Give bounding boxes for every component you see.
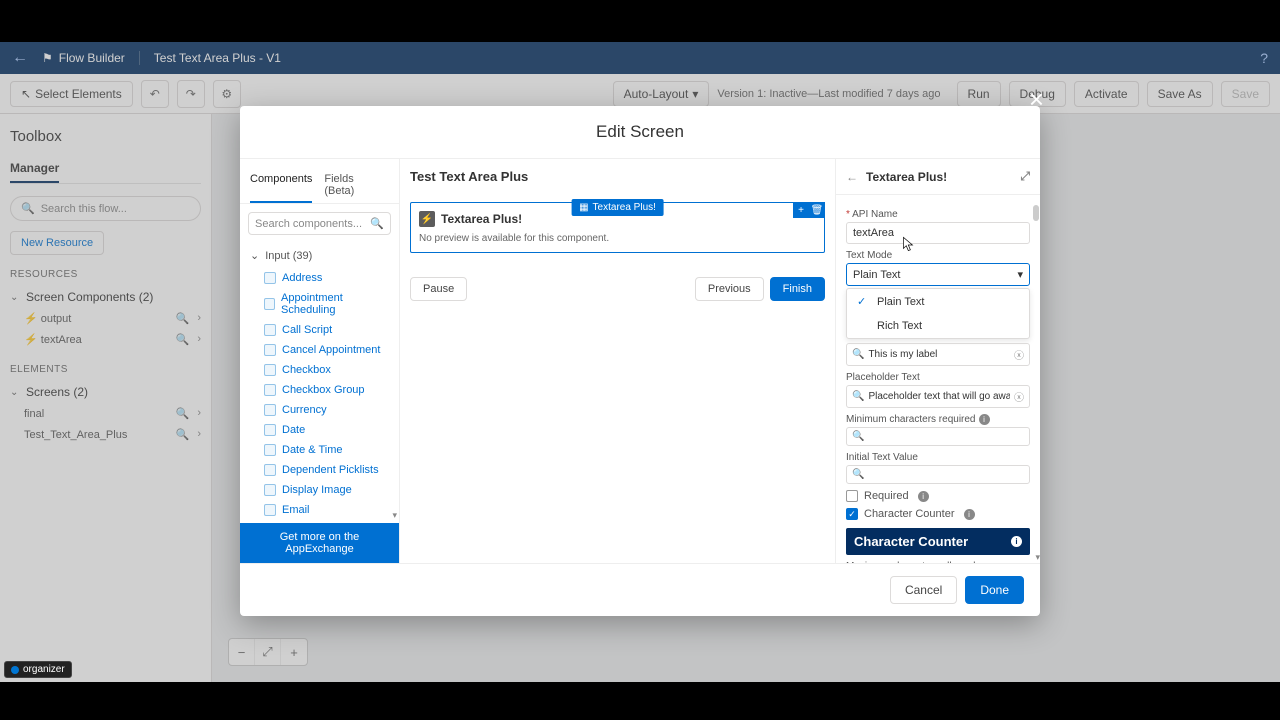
component-type-icon — [264, 504, 276, 516]
required-checkbox-row[interactable]: Required i — [846, 490, 1030, 502]
component-item[interactable]: File Upload — [240, 520, 399, 523]
props-title: Textarea Plus! — [866, 170, 1012, 184]
properties-panel: ← Textarea Plus! ⤢ API Name textArea Tex… — [835, 159, 1040, 563]
search-icon: 🔍 — [852, 469, 864, 480]
components-search[interactable]: Search components... 🔍 — [248, 212, 391, 235]
min-chars-label: Minimum characters requiredi — [846, 414, 1030, 425]
required-checkbox[interactable] — [846, 490, 858, 502]
component-type-icon — [264, 364, 276, 376]
component-type-icon — [264, 272, 276, 284]
component-item[interactable]: Address — [240, 268, 399, 288]
clear-icon[interactable]: ⓧ — [1014, 347, 1024, 362]
component-type-icon — [264, 424, 276, 436]
api-name-label: API Name — [846, 209, 1030, 220]
initial-value-input[interactable]: 🔍 — [846, 465, 1030, 484]
info-icon[interactable]: i — [979, 414, 990, 425]
previous-button[interactable]: Previous — [695, 277, 764, 301]
initial-value-label: Initial Text Value — [846, 452, 1030, 463]
placeholder-label: Placeholder Text — [846, 372, 1030, 383]
search-icon: 🔍 — [852, 391, 864, 402]
max-chars-label: Maximum characters allowed — [846, 561, 1030, 563]
input-group-header[interactable]: ⌄ Input (39) — [240, 243, 399, 268]
delete-icon[interactable]: 🗑 — [809, 202, 825, 218]
component-item[interactable]: Display Image — [240, 480, 399, 500]
chevron-down-icon: ⌄ — [250, 249, 259, 262]
component-type-icon — [264, 324, 276, 336]
chevron-down-icon: ▾ — [1017, 268, 1023, 281]
organizer-dot-icon — [11, 666, 19, 674]
search-icon: 🔍 — [852, 431, 864, 442]
organizer-badge[interactable]: organizer — [4, 661, 72, 678]
component-item[interactable]: Checkbox Group — [240, 380, 399, 400]
component-badge-icon: ⚡ — [419, 211, 435, 227]
text-mode-select[interactable]: Plain Text ▾ — [846, 263, 1030, 286]
component-type-icon — [264, 298, 275, 310]
preview-panel: Test Text Area Plus ▦ Textarea Plus! + 🗑… — [400, 159, 835, 563]
component-type-icon — [264, 444, 276, 456]
info-icon[interactable]: i — [1011, 536, 1022, 547]
counter-section-header[interactable]: Character Counter i — [846, 528, 1030, 555]
component-item[interactable]: Date & Time — [240, 440, 399, 460]
selected-component[interactable]: + 🗑 ⚡ Textarea Plus! No preview is avail… — [410, 202, 825, 253]
edit-screen-modal: × Edit Screen Components Fields (Beta) S… — [240, 106, 1040, 616]
component-item[interactable]: Date — [240, 420, 399, 440]
component-item[interactable]: Appointment Scheduling — [240, 288, 399, 320]
label-input[interactable]: 🔍 This is my label ⓧ — [846, 343, 1030, 366]
back-icon[interactable]: ← — [846, 170, 858, 184]
component-type-icon — [264, 404, 276, 416]
component-type-icon — [264, 384, 276, 396]
option-plain-text[interactable]: ✓ Plain Text — [847, 289, 1029, 314]
info-icon[interactable]: i — [918, 491, 929, 502]
component-item[interactable]: Checkbox — [240, 360, 399, 380]
tab-components[interactable]: Components — [250, 167, 312, 203]
component-item[interactable]: Call Script — [240, 320, 399, 340]
scrollbar-thumb[interactable] — [1033, 205, 1039, 221]
component-label: Textarea Plus! — [441, 212, 522, 226]
component-type-icon — [264, 464, 276, 476]
counter-checkbox[interactable]: ✓ — [846, 508, 858, 520]
component-list[interactable]: AddressAppointment SchedulingCall Script… — [240, 268, 399, 523]
done-button[interactable]: Done — [965, 576, 1024, 604]
text-mode-label: Text Mode — [846, 250, 1030, 261]
info-icon[interactable]: i — [964, 509, 975, 520]
scroll-down-icon[interactable]: ▾ — [1035, 552, 1040, 563]
pause-button[interactable]: Pause — [410, 277, 467, 301]
cancel-button[interactable]: Cancel — [890, 576, 957, 604]
add-icon[interactable]: + — [793, 202, 809, 218]
screen-title: Test Text Area Plus — [410, 169, 825, 184]
components-panel: Components Fields (Beta) Search componen… — [240, 159, 400, 563]
component-item[interactable]: Dependent Picklists — [240, 460, 399, 480]
component-type-icon — [264, 344, 276, 356]
component-item[interactable]: Cancel Appointment — [240, 340, 399, 360]
expand-icon[interactable]: ⤢ — [1020, 169, 1030, 184]
appexchange-button[interactable]: Get more on the AppExchange — [240, 523, 399, 563]
no-preview-text: No preview is available for this compone… — [419, 233, 816, 244]
api-name-input[interactable]: textArea — [846, 222, 1030, 244]
text-mode-dropdown: ✓ Plain Text Rich Text — [846, 288, 1030, 339]
modal-title: Edit Screen — [240, 106, 1040, 159]
min-chars-input[interactable]: 🔍 — [846, 427, 1030, 446]
scroll-down-icon[interactable]: ▾ — [392, 510, 397, 521]
close-icon[interactable]: × — [1029, 84, 1044, 115]
placeholder-input[interactable]: 🔍 Placeholder text that will go away on … — [846, 385, 1030, 408]
option-rich-text[interactable]: Rich Text — [847, 314, 1029, 338]
finish-button[interactable]: Finish — [770, 277, 825, 301]
check-icon: ✓ — [857, 295, 869, 308]
tab-fields[interactable]: Fields (Beta) — [324, 167, 377, 203]
clear-icon[interactable]: ⓧ — [1014, 389, 1024, 404]
modal-overlay: × Edit Screen Components Fields (Beta) S… — [0, 42, 1280, 682]
search-icon: 🔍 — [852, 349, 864, 360]
component-item[interactable]: Currency — [240, 400, 399, 420]
component-type-icon — [264, 484, 276, 496]
search-icon: 🔍 — [370, 217, 384, 230]
component-item[interactable]: Email — [240, 500, 399, 520]
counter-checkbox-row[interactable]: ✓ Character Counter i — [846, 508, 1030, 520]
